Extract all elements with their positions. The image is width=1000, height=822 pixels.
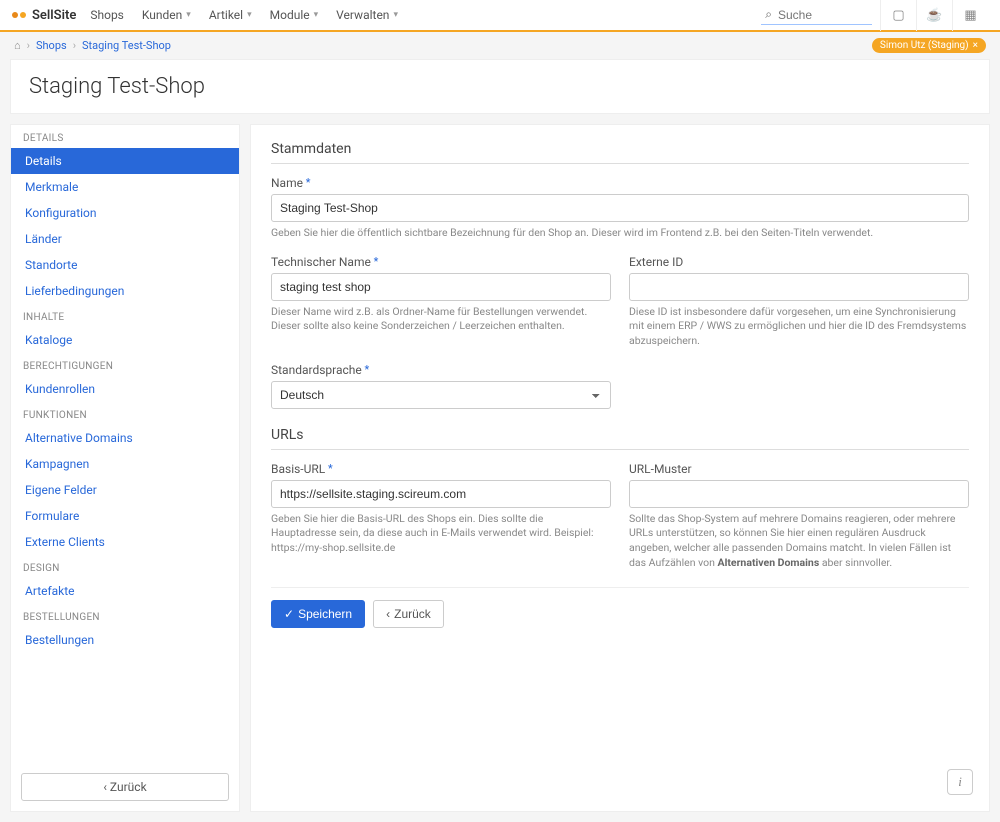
help-extid: Diese ID ist insbesondere dafür vorgeseh…: [629, 305, 969, 349]
label-name: Name: [271, 176, 969, 190]
sidebar-item-eigenefelder[interactable]: Eigene Felder: [11, 477, 239, 503]
user-badge-label: Simon Utz (Staging): [880, 40, 969, 51]
label-techname: Technischer Name: [271, 255, 611, 269]
help-urlpattern: Sollte das Shop-System auf mehrere Domai…: [629, 512, 969, 571]
info-icon[interactable]: i: [947, 769, 973, 795]
nav-shops[interactable]: Shops: [90, 8, 124, 22]
urlpattern-field[interactable]: [629, 480, 969, 508]
help-name: Geben Sie hier die öffentlich sichtbare …: [271, 226, 969, 241]
help-baseurl: Geben Sie hier die Basis-URL des Shops e…: [271, 512, 611, 556]
sidebar-item-kundenrollen[interactable]: Kundenrollen: [11, 376, 239, 402]
sidebar-item-details[interactable]: Details: [11, 148, 239, 174]
search-icon: ⌕: [765, 7, 772, 22]
section-stammdaten: Stammdaten: [271, 141, 969, 164]
sidebar-item-laender[interactable]: Länder: [11, 226, 239, 252]
sidebar-item-kataloge[interactable]: Kataloge: [11, 327, 239, 353]
page-title: Staging Test-Shop: [29, 74, 971, 99]
sidebar-item-artefakte[interactable]: Artefakte: [11, 578, 239, 604]
breadcrumb-current[interactable]: Staging Test-Shop: [82, 39, 171, 52]
breadcrumb-sep: ›: [73, 39, 76, 52]
side-section-inhalte: INHALTE: [11, 304, 239, 327]
nav-artikel[interactable]: Artikel: [209, 8, 252, 22]
check-icon: ✓: [284, 607, 294, 621]
brand-logo[interactable]: SellSite: [12, 8, 76, 23]
close-icon[interactable]: ×: [973, 40, 978, 51]
chat-icon[interactable]: ▢: [880, 0, 916, 31]
lang-select[interactable]: Deutsch: [271, 381, 611, 409]
sidebar-item-externeclients[interactable]: Externe Clients: [11, 529, 239, 555]
user-badge[interactable]: Simon Utz (Staging) ×: [872, 38, 986, 53]
chevron-left-icon: ‹: [386, 607, 390, 621]
baseurl-field[interactable]: [271, 480, 611, 508]
search-box[interactable]: ⌕: [761, 5, 872, 25]
grid-icon[interactable]: ▦: [952, 0, 988, 31]
breadcrumb-sep: ›: [27, 39, 30, 52]
side-section-funktionen: FUNKTIONEN: [11, 402, 239, 425]
extid-field[interactable]: [629, 273, 969, 301]
side-section-details: DETAILS: [11, 125, 239, 148]
techname-field[interactable]: [271, 273, 611, 301]
coffee-icon[interactable]: ☕: [916, 0, 952, 31]
sidebar-item-bestellungen[interactable]: Bestellungen: [11, 627, 239, 653]
nav-verwalten[interactable]: Verwalten: [336, 8, 398, 22]
search-input[interactable]: [778, 8, 868, 22]
sidebar-back-button[interactable]: ‹ Zurück: [21, 773, 229, 801]
back-button[interactable]: ‹Zurück: [373, 600, 444, 628]
sidebar-item-standorte[interactable]: Standorte: [11, 252, 239, 278]
sidebar-item-merkmale[interactable]: Merkmale: [11, 174, 239, 200]
sidebar-item-formulare[interactable]: Formulare: [11, 503, 239, 529]
home-icon[interactable]: ⌂: [14, 39, 21, 52]
side-section-bestellungen: BESTELLUNGEN: [11, 604, 239, 627]
side-section-design: DESIGN: [11, 555, 239, 578]
label-extid: Externe ID: [629, 255, 969, 269]
help-techname: Dieser Name wird z.B. als Ordner-Name fü…: [271, 305, 611, 334]
sidebar-item-altdomains[interactable]: Alternative Domains: [11, 425, 239, 451]
nav-module[interactable]: Module: [270, 8, 319, 22]
breadcrumb-shops[interactable]: Shops: [36, 39, 67, 52]
side-section-berechtigungen: BERECHTIGUNGEN: [11, 353, 239, 376]
label-lang: Standardsprache: [271, 363, 611, 377]
sidebar-item-konfiguration[interactable]: Konfiguration: [11, 200, 239, 226]
name-field[interactable]: [271, 194, 969, 222]
label-urlpattern: URL-Muster: [629, 462, 969, 476]
brand-text: SellSite: [32, 8, 76, 23]
nav-kunden[interactable]: Kunden: [142, 8, 191, 22]
sidebar-item-kampagnen[interactable]: Kampagnen: [11, 451, 239, 477]
save-button[interactable]: ✓Speichern: [271, 600, 365, 628]
chevron-left-icon: ‹: [103, 780, 110, 794]
sidebar-item-lieferbedingungen[interactable]: Lieferbedingungen: [11, 278, 239, 304]
label-baseurl: Basis-URL: [271, 462, 611, 476]
section-urls: URLs: [271, 427, 969, 450]
